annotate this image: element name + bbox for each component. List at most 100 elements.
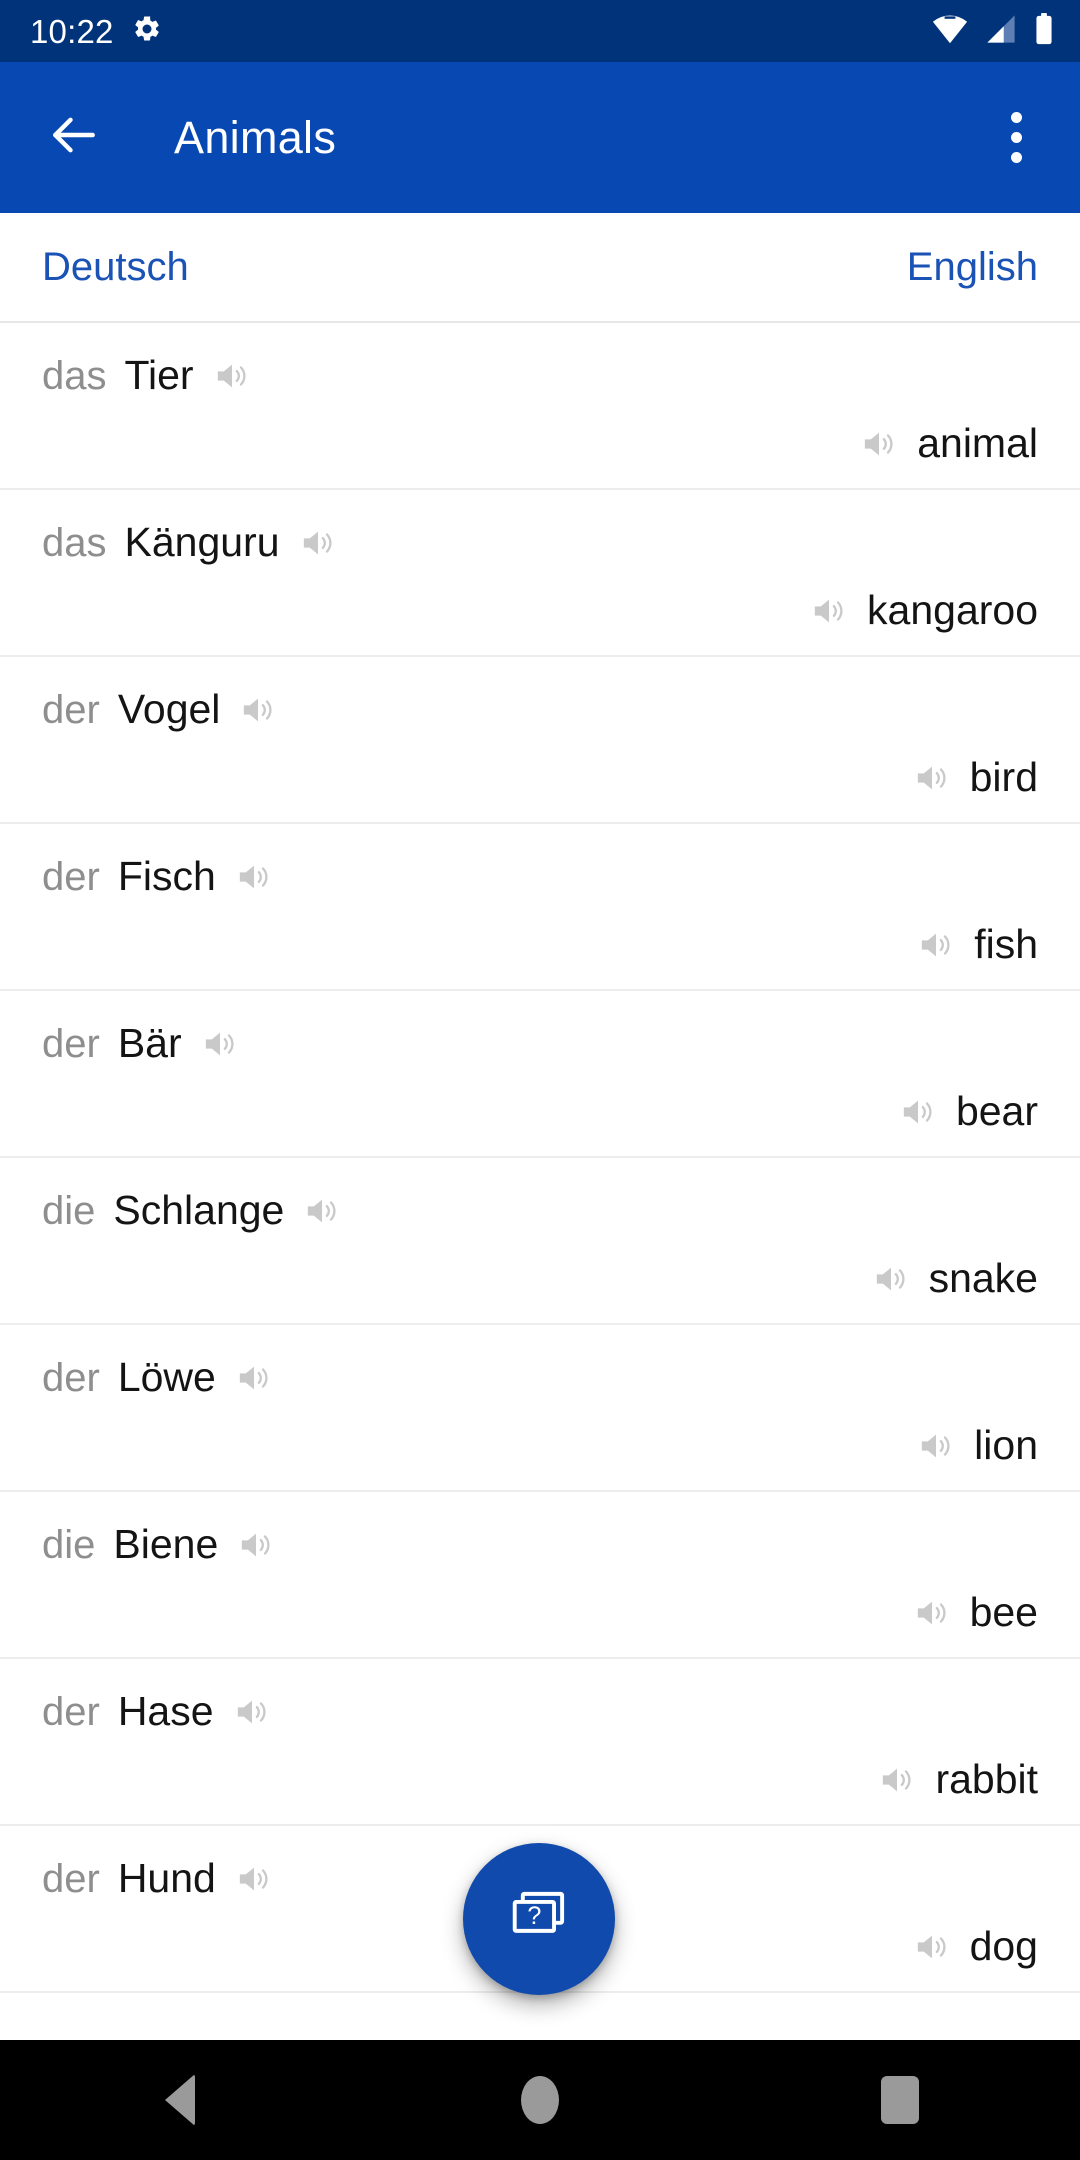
flashcards-fab[interactable]: ? [463,1843,615,1995]
translation-term: fish [974,921,1038,967]
svg-text:?: ? [527,1901,541,1929]
triangle-back-icon [165,2074,195,2126]
speaker-icon[interactable] [916,925,956,965]
speaker-icon[interactable] [212,356,252,396]
table-row[interactable]: die Biene bee [0,1492,1080,1659]
translation-term: dog [969,1923,1038,1969]
speaker-icon[interactable] [238,690,278,730]
nav-back-button[interactable] [105,2040,255,2160]
phone-screen: 10:22 Animals Deutsch English das Tier a… [0,0,1080,2160]
article-label: das [42,353,107,398]
source-term: Fisch [117,853,216,899]
status-bar-left: 10:22 [30,14,162,49]
gear-icon [132,14,162,49]
status-clock: 10:22 [30,12,114,50]
table-row[interactable]: das Tier animal [0,323,1080,490]
source-term-cell[interactable]: der Bär [42,1023,240,1064]
target-term-cell[interactable]: snake [871,1258,1038,1299]
translation-term: kangaroo [867,587,1038,633]
source-language-label[interactable]: Deutsch [42,247,189,287]
nav-recents-button[interactable] [825,2040,975,2160]
speaker-icon[interactable] [898,1092,938,1132]
speaker-icon[interactable] [234,857,274,897]
translation-term: bear [955,1088,1038,1134]
android-navigation-bar [0,2040,1080,2160]
source-term-cell[interactable]: der Löwe [42,1357,274,1398]
article-label: die [42,1522,96,1567]
source-term-cell[interactable]: der Vogel [42,689,278,730]
speaker-icon[interactable] [912,1593,952,1633]
speaker-icon[interactable] [859,424,899,464]
target-term-cell[interactable]: bear [898,1091,1038,1132]
speaker-icon[interactable] [234,1859,274,1899]
status-bar: 10:22 [0,0,1080,62]
source-term-cell[interactable]: der Hase [42,1691,272,1732]
table-row[interactable]: der Bär bear [0,991,1080,1158]
target-term-cell[interactable]: fish [916,924,1038,965]
table-row[interactable]: der Fisch fish [0,824,1080,991]
target-term-cell[interactable]: lion [916,1425,1038,1466]
article-label: der [42,1021,100,1066]
status-bar-right [932,12,1054,50]
cellular-signal-icon [984,14,1018,49]
target-term-cell[interactable]: kangaroo [809,590,1038,631]
source-term-cell[interactable]: das Tier [42,355,252,396]
target-term-cell[interactable]: dog [912,1926,1038,1967]
speaker-icon[interactable] [871,1259,911,1299]
speaker-icon[interactable] [912,758,952,798]
page-title: Animals [174,112,337,163]
wifi-icon [932,14,968,49]
table-row[interactable]: der Löwe lion [0,1325,1080,1492]
speaker-icon[interactable] [234,1358,274,1398]
table-row[interactable]: das Känguru kangaroo [0,490,1080,657]
article-label: der [42,854,100,899]
arrow-left-icon [46,107,102,168]
speaker-icon[interactable] [236,1525,276,1565]
source-term: Bär [117,1020,182,1066]
source-term: Biene [113,1521,219,1567]
content-area: Deutsch English das Tier animal das Känguru k… [0,213,1080,2040]
table-row[interactable]: der Hase rabbit [0,1659,1080,1826]
language-header: Deutsch English [0,213,1080,323]
article-label: der [42,1355,100,1400]
speaker-icon[interactable] [809,591,849,631]
target-term-cell[interactable]: animal [859,423,1038,464]
flashcards-question-icon: ? [502,1880,576,1959]
table-row[interactable]: der Vogel bird [0,657,1080,824]
battery-icon [1034,12,1054,50]
source-term: Hund [117,1855,216,1901]
source-term: Hase [117,1688,214,1734]
target-language-label[interactable]: English [907,247,1038,287]
source-term-cell[interactable]: der Fisch [42,856,274,897]
nav-home-button[interactable] [465,2040,615,2160]
source-term-cell[interactable]: das Känguru [42,522,338,563]
target-term-cell[interactable]: bird [912,757,1038,798]
article-label: die [42,1188,96,1233]
table-row[interactable]: die Schlange snake [0,1158,1080,1325]
speaker-icon[interactable] [232,1692,272,1732]
vocabulary-list[interactable]: das Tier animal das Känguru kangaroo der Vogel b… [0,323,1080,1993]
circle-home-icon [521,2076,559,2124]
speaker-icon[interactable] [912,1927,952,1967]
target-term-cell[interactable]: rabbit [877,1759,1038,1800]
overflow-menu-button[interactable] [978,100,1054,176]
translation-term: lion [974,1422,1038,1468]
app-bar: Animals [0,62,1080,225]
speaker-icon[interactable] [877,1760,917,1800]
source-term-cell[interactable]: der Hund [42,1858,274,1899]
speaker-icon[interactable] [298,523,338,563]
article-label: der [42,1689,100,1734]
speaker-icon[interactable] [916,1426,956,1466]
target-term-cell[interactable]: bee [912,1592,1038,1633]
translation-term: rabbit [935,1756,1038,1802]
back-button[interactable] [36,100,112,176]
speaker-icon[interactable] [302,1191,342,1231]
square-recents-icon [881,2076,919,2124]
article-label: der [42,687,100,732]
speaker-icon[interactable] [200,1024,240,1064]
translation-term: bee [969,1589,1038,1635]
source-term-cell[interactable]: die Schlange [42,1190,342,1231]
source-term: Schlange [113,1187,285,1233]
source-term-cell[interactable]: die Biene [42,1524,276,1565]
translation-term: animal [917,420,1038,466]
